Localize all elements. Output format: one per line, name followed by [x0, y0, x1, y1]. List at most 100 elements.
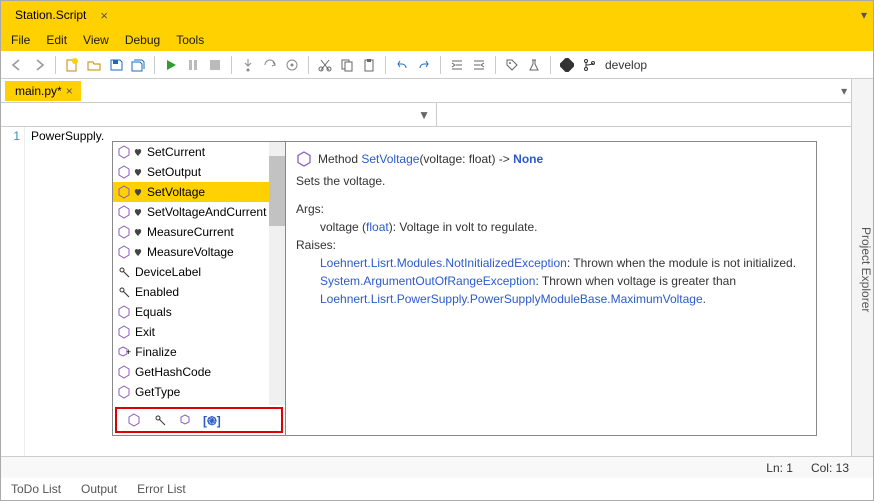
menu-tools[interactable]: Tools [168, 31, 212, 49]
tab-close-icon[interactable]: × [66, 84, 73, 98]
status-line: Ln: 1 [766, 461, 793, 475]
tab-main-py[interactable]: main.py* × [5, 81, 81, 101]
indent-icon[interactable] [447, 55, 467, 75]
save-all-icon[interactable] [128, 55, 148, 75]
new-file-icon[interactable] [62, 55, 82, 75]
ac-item-label: SetVoltageAndCurrent [147, 205, 266, 219]
ac-item-exit[interactable]: Exit [113, 322, 285, 342]
tab-overflow-icon[interactable]: ▾ [841, 84, 847, 98]
ac-item-gettype[interactable]: GetType [113, 382, 285, 402]
ac-item-label: Enabled [135, 285, 179, 299]
nav-scope-dropdown[interactable]: ▼ [1, 103, 437, 126]
ac-item-label: MeasureCurrent [147, 225, 234, 239]
doc-raises-heading: Raises: [296, 236, 806, 254]
line-number: 1 [5, 129, 20, 143]
doc-kind: Method [318, 152, 358, 166]
branch-icon[interactable] [579, 55, 599, 75]
nav-back-icon[interactable] [7, 55, 27, 75]
method-heart-icon [117, 205, 143, 219]
git-icon[interactable] [557, 55, 577, 75]
ac-item-measurecurrent[interactable]: MeasureCurrent [113, 222, 285, 242]
code-editor[interactable]: PowerSupply. SetCurrent SetOutput SetVolta… [25, 127, 873, 456]
ac-item-equals[interactable]: Equals [113, 302, 285, 322]
ac-item-gethashcode[interactable]: GetHashCode [113, 362, 285, 382]
navigation-bar: ▼ ▼ [1, 103, 873, 127]
autocomplete-list[interactable]: SetCurrent SetOutput SetVoltage SetVoltageA… [112, 141, 286, 436]
ac-item-setoutput[interactable]: SetOutput [113, 162, 285, 182]
open-icon[interactable] [84, 55, 104, 75]
menu-bar: File Edit View Debug Tools [1, 29, 873, 51]
window-title: Station.Script [7, 5, 94, 25]
filter-small-icon[interactable] [179, 414, 191, 426]
ac-item-label: MeasureVoltage [147, 245, 234, 259]
step-over-icon[interactable] [260, 55, 280, 75]
tab-errors[interactable]: Error List [137, 482, 186, 496]
method-icon [296, 151, 312, 167]
prop-icon [117, 265, 131, 279]
doc-tab-strip: main.py* × ▾ ▼ [1, 79, 873, 103]
menu-debug[interactable]: Debug [117, 31, 168, 49]
doc-sig: (voltage: float) -> [419, 152, 509, 166]
ac-item-label: SetCurrent [147, 145, 205, 159]
filter-method-icon[interactable] [127, 413, 141, 427]
paste-icon[interactable] [359, 55, 379, 75]
cut-icon[interactable] [315, 55, 335, 75]
step-into-icon[interactable] [238, 55, 258, 75]
scrollbar[interactable] [269, 142, 285, 405]
toolbar: develop [1, 51, 873, 79]
branch-name[interactable]: develop [605, 58, 647, 72]
filter-keyword-icon[interactable]: [֎] [203, 412, 221, 429]
ac-item-finalize[interactable]: +Finalize [113, 342, 285, 362]
code-line: PowerSupply. [31, 129, 104, 143]
menu-file[interactable]: File [3, 31, 38, 49]
ac-item-setvoltage[interactable]: SetVoltage [113, 182, 285, 202]
method-heart-icon [117, 165, 143, 179]
method-small-icon: + [117, 346, 131, 358]
redo-icon[interactable] [414, 55, 434, 75]
method-icon [117, 325, 131, 339]
nav-fwd-icon[interactable] [29, 55, 49, 75]
ac-item-setvoltageandcurrent[interactable]: SetVoltageAndCurrent [113, 202, 285, 222]
project-explorer-tab[interactable]: Project Explorer [851, 79, 873, 456]
step-out-icon[interactable] [282, 55, 302, 75]
intellisense-popup: SetCurrent SetOutput SetVoltage SetVoltageA… [112, 141, 817, 436]
method-heart-icon [117, 245, 143, 259]
filter-toolbar: [֎] [115, 407, 283, 433]
stop-icon[interactable] [205, 55, 225, 75]
ac-item-label: SetOutput [147, 165, 201, 179]
run-icon[interactable] [161, 55, 181, 75]
nav-member-dropdown[interactable]: ▼ [437, 103, 873, 126]
save-icon[interactable] [106, 55, 126, 75]
ac-item-measurevoltage[interactable]: MeasureVoltage [113, 242, 285, 262]
filter-property-icon[interactable] [153, 413, 167, 427]
close-tab-icon[interactable]: × [100, 8, 108, 23]
tag-icon[interactable] [502, 55, 522, 75]
doc-tooltip: Method SetVoltage(voltage: float) -> Non… [286, 141, 817, 436]
undo-icon[interactable] [392, 55, 412, 75]
method-heart-icon [117, 225, 143, 239]
status-bar: Ln: 1 Col: 13 [1, 456, 873, 478]
tab-todo[interactable]: ToDo List [11, 482, 61, 496]
method-icon [117, 365, 131, 379]
line-gutter: 1 [1, 127, 25, 456]
menu-edit[interactable]: Edit [38, 31, 75, 49]
method-heart-icon [117, 145, 143, 159]
ac-item-setcurrent[interactable]: SetCurrent [113, 142, 285, 162]
menu-view[interactable]: View [75, 31, 117, 49]
window-overflow-icon[interactable]: ▾ [861, 8, 867, 22]
copy-icon[interactable] [337, 55, 357, 75]
flask-icon[interactable] [524, 55, 544, 75]
ac-item-devicelabel[interactable]: DeviceLabel [113, 262, 285, 282]
method-icon [117, 305, 131, 319]
method-icon [117, 385, 131, 399]
tab-output[interactable]: Output [81, 482, 117, 496]
outdent-icon[interactable] [469, 55, 489, 75]
ac-item-label: GetType [135, 385, 180, 399]
doc-summary: Sets the voltage. [296, 172, 806, 190]
ac-item-label: SetVoltage [147, 185, 205, 199]
ac-item-label: GetHashCode [135, 365, 211, 379]
pause-icon[interactable] [183, 55, 203, 75]
title-bar: Station.Script × ▾ [1, 1, 873, 29]
ac-item-label: Exit [135, 325, 155, 339]
ac-item-enabled[interactable]: Enabled [113, 282, 285, 302]
